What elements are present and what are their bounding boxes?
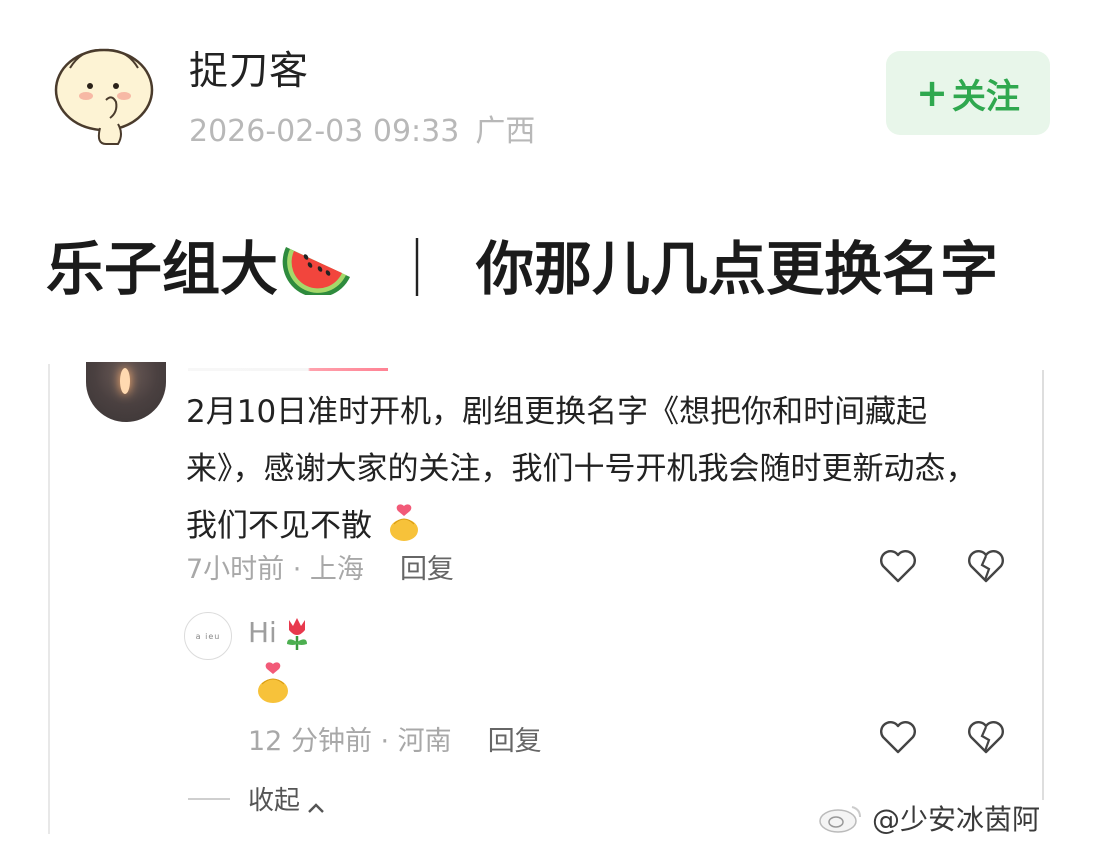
candle-icon xyxy=(120,368,130,394)
plus-icon: + xyxy=(916,71,948,115)
username[interactable]: 捉刀客 xyxy=(189,40,309,96)
tulip-icon xyxy=(281,612,313,652)
comment-body: 2月10日准时开机，剧组更换名字《想把你和时间藏起来》，感谢大家的关注，我们十号… xyxy=(186,394,977,544)
comment-time-location: 7小时前 · 上海 xyxy=(186,554,364,585)
divider xyxy=(188,368,388,371)
reply-meta: 12 分钟前 · 河南 回复 xyxy=(248,719,542,758)
divider xyxy=(188,797,230,800)
watermelon-icon xyxy=(280,233,354,298)
broken-heart-icon[interactable] xyxy=(966,547,1006,585)
reply-text: Hi xyxy=(248,612,313,652)
comment-screenshot: 2月10日准时开机，剧组更换名字《想把你和时间藏起来》，感谢大家的关注，我们十号… xyxy=(48,340,1044,834)
watermark-text: @少安冰茵阿 xyxy=(872,803,1041,836)
title-separator: ｜ xyxy=(388,235,447,303)
reply-button[interactable]: 回复 xyxy=(488,726,542,757)
broken-heart-icon[interactable] xyxy=(966,718,1006,756)
follow-label: 关注 xyxy=(951,76,1020,117)
collapse-button[interactable]: 收起 xyxy=(188,780,326,817)
weibo-logo-icon xyxy=(816,801,866,835)
title-right: 你那儿几点更换名字 xyxy=(476,235,999,303)
heart-hands-emoji xyxy=(386,502,422,542)
post-location: 广西 xyxy=(475,114,536,149)
weibo-watermark: @少安冰茵阿 xyxy=(816,798,1088,838)
post-datetime: 2026-02-03 09:33 xyxy=(189,114,460,149)
reply-body: Hi xyxy=(248,615,277,649)
heart-outline-icon[interactable] xyxy=(878,547,918,585)
heart-hands-emoji xyxy=(254,660,292,704)
post-meta: 2026-02-03 09:33 广西 xyxy=(189,106,535,150)
user-avatar[interactable] xyxy=(52,38,156,146)
reply-button[interactable]: 回复 xyxy=(400,554,454,585)
reply-avatar[interactable]: a ieu xyxy=(184,612,232,660)
post-title: 乐子组大 ｜ 你那儿几点更换名字 xyxy=(46,222,998,306)
chevron-up-icon xyxy=(306,792,326,813)
reply-time-location: 12 分钟前 · 河南 xyxy=(248,726,452,757)
post-page: 捉刀客 2026-02-03 09:33 广西 + 关注 乐子组大 ｜ 你那儿几点… xyxy=(0,0,1094,843)
heart-outline-icon[interactable] xyxy=(878,718,918,756)
title-left: 乐子组大 xyxy=(46,235,279,303)
follow-button[interactable]: + 关注 xyxy=(886,51,1050,135)
comment-meta: 7小时前 · 上海 回复 xyxy=(186,547,454,586)
divider xyxy=(48,364,50,834)
commenter-avatar[interactable] xyxy=(86,362,166,422)
comment-text: 2月10日准时开机，剧组更换名字《想把你和时间藏起来》，感谢大家的关注，我们十号… xyxy=(186,384,996,555)
divider xyxy=(1042,370,1044,800)
collapse-label: 收起 xyxy=(248,786,301,816)
